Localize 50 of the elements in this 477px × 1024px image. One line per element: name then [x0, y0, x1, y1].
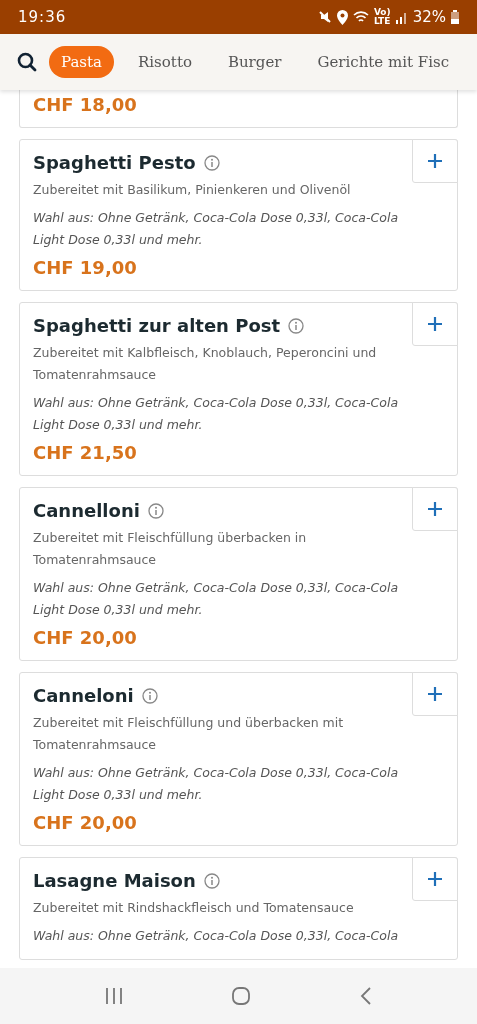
- dish-options: Wahl aus: Ohne Getränk, Coca-Cola Dose 0,33l, Coca-Cola Light Dose 0,33l und mehr.: [33, 207, 401, 251]
- info-icon[interactable]: [147, 502, 164, 519]
- info-icon[interactable]: [203, 872, 220, 889]
- dish-description: Zubereitet mit Fleischfüllung überbacken in Tomatenrahmsauce: [33, 529, 308, 569]
- dish-name: Lasagne Maison: [33, 870, 196, 891]
- battery-icon: [451, 10, 459, 24]
- add-button[interactable]: [412, 487, 458, 531]
- status-time: 19:36: [18, 8, 67, 26]
- category-tab[interactable]: Burger: [215, 46, 294, 78]
- info-icon[interactable]: [288, 317, 305, 334]
- dish-options: Wahl aus: Ohne Getränk, Coca-Cola Dose 0,33l, Coca-Cola Light Dose 0,33l und mehr.: [33, 577, 401, 621]
- plus-icon: [427, 686, 443, 702]
- add-button[interactable]: [412, 857, 458, 901]
- dish-name: Cannelloni: [33, 500, 140, 521]
- dish-name: Spaghetti zur alten Post: [33, 315, 281, 336]
- dish-description: Zubereitet mit Rindshackfleisch und Tomatensauce: [33, 899, 355, 917]
- category-tab[interactable]: Risotto: [126, 46, 204, 78]
- dish-price: CHF 19,00: [33, 257, 138, 278]
- dish-price: CHF 20,00: [33, 812, 138, 833]
- recent-apps-icon[interactable]: [103, 987, 124, 1005]
- mute-icon: [317, 10, 332, 24]
- battery-percent: 32%: [412, 8, 446, 26]
- info-icon[interactable]: [141, 687, 158, 704]
- dish-options: Wahl aus: Ohne Getränk, Coca-Cola Dose 0,33l, Coca-Cola: [33, 925, 401, 947]
- dish-options: Wahl aus: Ohne Getränk, Coca-Cola Dose 0,33l, Coca-Cola Light Dose 0,33l und mehr.: [33, 762, 401, 806]
- plus-icon: [427, 153, 443, 169]
- plus-icon: [427, 501, 443, 517]
- location-icon: [336, 9, 348, 25]
- wifi-icon: [352, 10, 369, 24]
- search-icon[interactable]: [17, 52, 37, 72]
- info-icon[interactable]: [203, 154, 220, 171]
- dish-description: Zubereitet mit Fleischfüllung und überbacken mit Tomatenrahmsauce: [33, 714, 345, 754]
- plus-icon: [427, 316, 443, 332]
- dish-description: Zubereitet mit Basilikum, Pinienkeren und Olivenöl: [33, 181, 352, 199]
- home-icon[interactable]: [231, 986, 252, 1006]
- plus-icon: [427, 871, 443, 887]
- add-button[interactable]: [412, 139, 458, 183]
- dish-price: CHF 20,00: [33, 627, 138, 648]
- dish-options: Wahl aus: Ohne Getränk, Coca-Cola Dose 0,33l, Coca-Cola Light Dose 0,33l und mehr.: [33, 392, 401, 436]
- volte-label: Vo) LTE: [373, 8, 391, 26]
- dish-name: Canneloni: [33, 685, 134, 706]
- dish-price: CHF 18,00: [33, 94, 138, 115]
- dish-description: Zubereitet mit Kalbfleisch, Knoblauch, Peperoncini und Tomatenrahmsauce: [33, 344, 378, 384]
- dish-price: CHF 21,50: [33, 442, 138, 463]
- back-icon[interactable]: [359, 986, 374, 1006]
- category-tab[interactable]: Gerichte mit Fisc: [305, 46, 462, 78]
- dish-name: Spaghetti Pesto: [33, 152, 196, 173]
- signal-icon: [395, 10, 408, 24]
- add-button[interactable]: [412, 302, 458, 346]
- add-button[interactable]: [412, 672, 458, 716]
